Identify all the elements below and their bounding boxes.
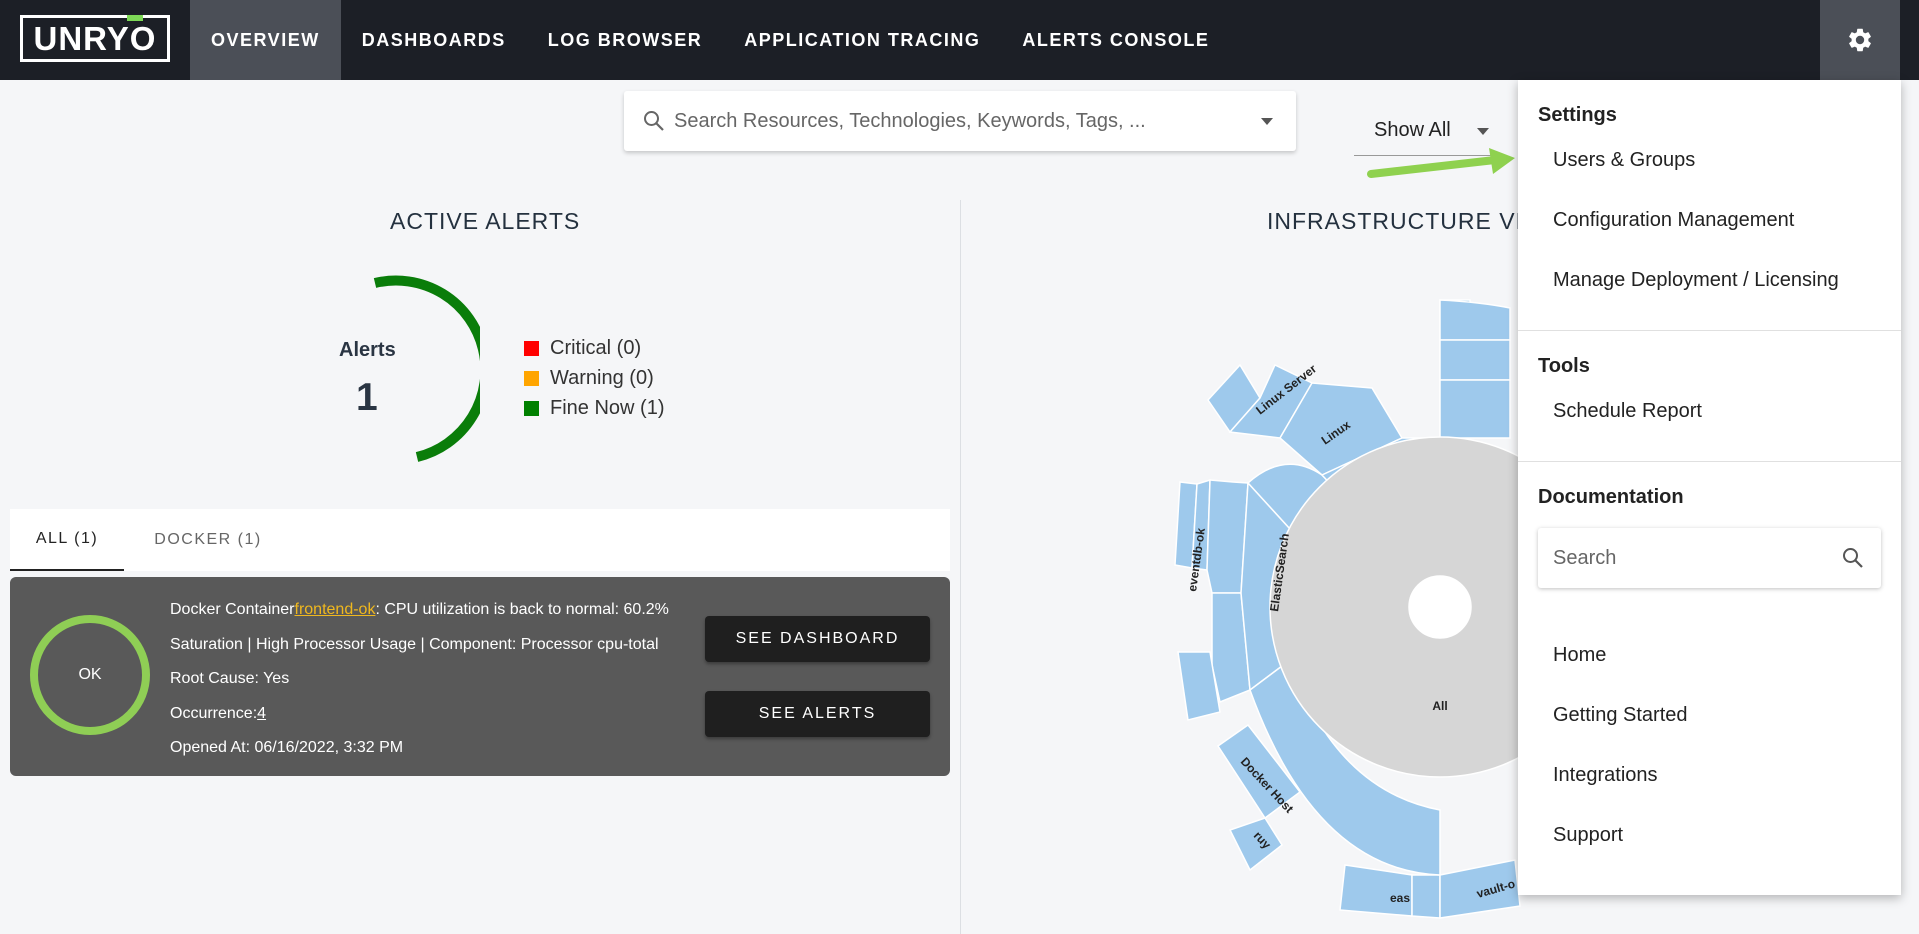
- legend-label: Warning (0): [550, 366, 654, 389]
- top-navbar: UNRYO OVERVIEW DASHBOARDS LOG BROWSER AP…: [0, 0, 1919, 80]
- gauge-arc: [373, 275, 480, 462]
- section-divider: [960, 200, 961, 934]
- highlight-arrow: [1367, 148, 1515, 178]
- nav-alerts-console[interactable]: ALERTS CONSOLE: [1001, 0, 1230, 80]
- sunburst-hole: [1408, 575, 1472, 639]
- sunburst-segment[interactable]: [1439, 379, 1511, 439]
- status-ring: OK: [30, 615, 150, 735]
- legend-swatch: [524, 370, 539, 386]
- menu-item-integrations[interactable]: Integrations: [1553, 764, 1658, 787]
- alert-text: Docker Container: [170, 601, 295, 619]
- nav-application-tracing[interactable]: APPLICATION TRACING: [723, 0, 1001, 80]
- alert-text: Occurrence:: [170, 704, 258, 722]
- alert-tabs: ALL (1) DOCKER (1): [10, 509, 950, 571]
- sunburst-label-all: All: [1432, 699, 1447, 713]
- menu-item-home[interactable]: Home: [1553, 644, 1606, 667]
- alerts-gauge-count: 1: [356, 376, 378, 419]
- container-link[interactable]: frontend-ok: [295, 601, 376, 619]
- legend-swatch: [524, 400, 539, 416]
- menu-item-support[interactable]: Support: [1553, 824, 1623, 847]
- alert-line-summary: Docker Container frontend-ok : CPU utili…: [170, 593, 669, 628]
- legend-label: Critical (0): [550, 336, 642, 359]
- show-all-value: Show All: [1374, 119, 1451, 141]
- see-dashboard-button[interactable]: SEE DASHBOARD: [705, 616, 930, 662]
- see-alerts-button[interactable]: SEE ALERTS: [705, 691, 930, 737]
- chevron-down-icon[interactable]: [1261, 118, 1273, 125]
- infrastructure-sunburst: All Linux Server Linux ElasticSearch eve…: [1174, 299, 1540, 919]
- alert-text: : CPU utilization is back to normal: 60.…: [375, 601, 669, 619]
- menu-heading-documentation: Documentation: [1538, 486, 1684, 508]
- sunburst-segment[interactable]: [1411, 874, 1441, 919]
- logo-accent: [127, 15, 143, 21]
- docs-search-input[interactable]: [1553, 542, 1823, 574]
- infrastructure-title: INFRASTRUCTURE VIS: [1267, 208, 1540, 234]
- legend-swatch: [524, 340, 539, 356]
- nav-overview[interactable]: OVERVIEW: [190, 0, 341, 80]
- menu-divider: [1518, 461, 1901, 462]
- search-icon: [644, 111, 664, 131]
- occurrence-link[interactable]: 4: [257, 705, 266, 723]
- menu-item-users-groups[interactable]: Users & Groups: [1553, 149, 1695, 172]
- chevron-down-icon: [1477, 128, 1489, 135]
- alert-line-category: Saturation | High Processor Usage | Comp…: [170, 635, 659, 653]
- sunburst-segment[interactable]: [1439, 339, 1511, 381]
- alert-line-opened: Opened At: 06/16/2022, 3:32 PM: [170, 739, 404, 757]
- legend-fine-now: Fine Now (1): [524, 393, 664, 423]
- legend-warning: Warning (0): [524, 363, 664, 393]
- gear-icon: [1849, 28, 1871, 52]
- settings-menu: Settings Users & Groups Configuration Ma…: [1518, 80, 1901, 895]
- unryo-logo[interactable]: UNRYO: [20, 15, 170, 62]
- alerts-gauge: [373, 275, 480, 462]
- menu-divider: [1518, 330, 1901, 331]
- menu-item-configuration-management[interactable]: Configuration Management: [1553, 209, 1794, 232]
- main-nav: OVERVIEW DASHBOARDS LOG BROWSER APPLICAT…: [190, 0, 1230, 80]
- active-alerts-title: ACTIVE ALERTS: [390, 208, 581, 234]
- global-search[interactable]: [624, 91, 1296, 151]
- legend-critical: Critical (0): [524, 333, 664, 363]
- menu-heading-settings: Settings: [1538, 104, 1617, 126]
- alert-card: OK Docker Container frontend-ok : CPU ut…: [10, 577, 950, 776]
- search-icon[interactable]: [1841, 546, 1865, 570]
- docs-search-box[interactable]: [1538, 528, 1881, 588]
- sunburst-segment[interactable]: [1439, 299, 1511, 341]
- menu-heading-tools: Tools: [1538, 355, 1590, 377]
- alert-details: Docker Container frontend-ok : CPU utili…: [170, 593, 669, 766]
- nav-log-browser[interactable]: LOG BROWSER: [527, 0, 724, 80]
- tab-all[interactable]: ALL (1): [10, 509, 124, 571]
- sunburst-segment[interactable]: [1228, 817, 1283, 872]
- alerts-legend: Critical (0) Warning (0) Fine Now (1): [524, 333, 664, 423]
- legend-label: Fine Now (1): [550, 396, 665, 419]
- sunburst-label-eas: eas: [1390, 891, 1410, 905]
- menu-item-manage-deployment[interactable]: Manage Deployment / Licensing: [1553, 269, 1839, 292]
- status-text: OK: [78, 666, 102, 683]
- alert-line-occurrence: Occurrence: 4: [170, 697, 669, 732]
- search-input[interactable]: [674, 103, 1214, 139]
- alerts-gauge-label: Alerts: [339, 339, 396, 361]
- nav-dashboards[interactable]: DASHBOARDS: [341, 0, 527, 80]
- menu-item-schedule-report[interactable]: Schedule Report: [1553, 400, 1702, 423]
- menu-item-getting-started[interactable]: Getting Started: [1553, 704, 1688, 727]
- alert-line-root-cause: Root Cause: Yes: [170, 670, 290, 688]
- settings-button[interactable]: [1820, 0, 1900, 80]
- tab-docker[interactable]: DOCKER (1): [134, 509, 282, 571]
- logo-text: UNRYO: [33, 19, 157, 57]
